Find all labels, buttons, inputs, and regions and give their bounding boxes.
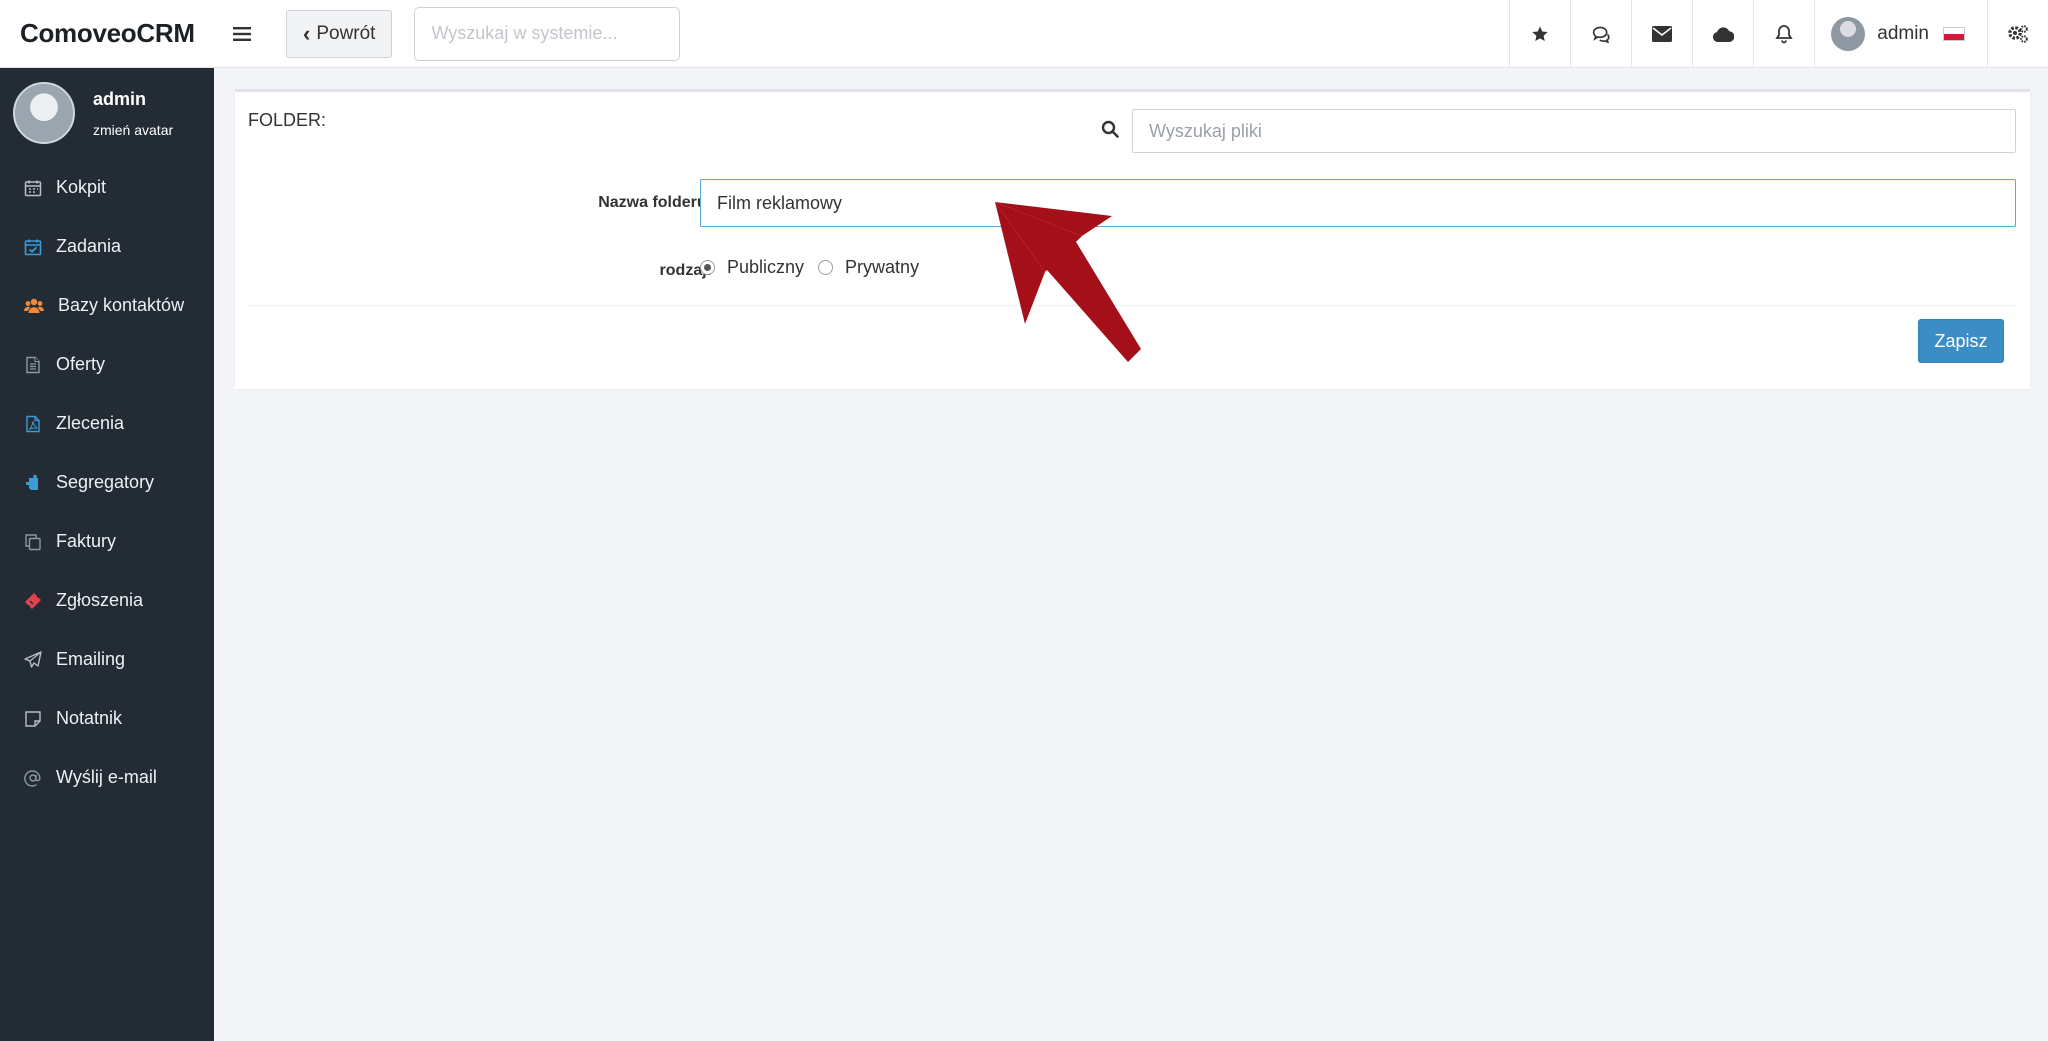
back-button-label: Powrót xyxy=(316,22,376,44)
favorites-button[interactable] xyxy=(1509,0,1570,68)
sidebar-item-bazy-kontaktow[interactable]: Bazy kontaktów xyxy=(0,276,214,335)
top-bar: ComoveoCRM ‹ Powrót admin xyxy=(0,0,2048,68)
folder-type-radio-group: Publiczny Prywatny xyxy=(700,257,933,278)
binder-icon xyxy=(26,474,38,490)
gears-icon xyxy=(2008,25,2028,43)
sidebar-item-notatnik[interactable]: Notatnik xyxy=(0,689,214,748)
sidebar-item-label: Zlecenia xyxy=(56,413,125,433)
public-radio-label[interactable]: Publiczny xyxy=(727,257,804,278)
public-radio[interactable] xyxy=(700,260,715,275)
polish-flag-icon[interactable] xyxy=(1943,27,1965,41)
sidebar-item-emailing[interactable]: Emailing xyxy=(0,630,214,689)
back-button[interactable]: ‹ Powrót xyxy=(286,9,393,58)
sidebar-item-kokpit[interactable]: Kokpit xyxy=(0,158,214,217)
sidebar-item-label: Emailing xyxy=(56,649,126,669)
sidebar-item-zlecenia[interactable]: Zlecenia xyxy=(0,394,214,453)
sidebar: admin zmień avatar Kokpit Zadania Bazy k… xyxy=(0,68,214,1041)
private-radio[interactable] xyxy=(818,260,834,275)
notifications-button[interactable] xyxy=(1753,0,1814,68)
sidebar-item-wyslij-e-mail[interactable]: Wyślij e-mail xyxy=(0,748,214,807)
user-menu[interactable]: admin xyxy=(1814,0,1987,68)
at-icon xyxy=(24,769,41,787)
sidebar-item-label: Zadania xyxy=(56,236,122,256)
sidebar-item-faktury[interactable]: Faktury xyxy=(0,512,214,571)
hamburger-icon xyxy=(233,26,251,41)
sticky-note-icon xyxy=(25,710,41,727)
search-icon xyxy=(1101,120,1119,138)
menu-toggle-button[interactable] xyxy=(214,0,270,68)
folder-form-panel: FOLDER: Nazwa folderu: rodzaj: Publiczny… xyxy=(235,89,2030,389)
cloud-icon xyxy=(1713,27,1735,42)
sidebar-item-label: Bazy kontaktów xyxy=(58,295,185,315)
change-avatar-link[interactable]: zmień avatar xyxy=(93,122,173,138)
sidebar-item-label: Wyślij e-mail xyxy=(56,767,157,787)
brand-logo[interactable]: ComoveoCRM xyxy=(0,0,214,68)
mail-button[interactable] xyxy=(1631,0,1692,68)
folder-name-label: Nazwa folderu: xyxy=(598,194,712,211)
sidebar-item-label: Zgłoszenia xyxy=(56,590,144,610)
sidebar-item-label: Faktury xyxy=(56,531,117,551)
users-icon xyxy=(24,298,44,313)
avatar[interactable] xyxy=(13,82,75,144)
folder-name-field[interactable] xyxy=(700,179,2016,227)
profile-name: admin xyxy=(93,88,147,109)
calendar-icon xyxy=(24,180,42,196)
calendar-check-icon xyxy=(24,239,42,255)
sidebar-item-label: Oferty xyxy=(56,354,106,374)
cloud-button[interactable] xyxy=(1692,0,1753,68)
sidebar-item-zadania[interactable]: Zadania xyxy=(0,217,214,276)
copy-icon xyxy=(25,533,41,550)
global-search-input[interactable] xyxy=(414,6,681,61)
avatar xyxy=(1831,17,1866,51)
paper-plane-icon xyxy=(24,650,42,668)
sidebar-item-zgloszenia[interactable]: Zgłoszenia xyxy=(0,571,214,630)
sidebar-item-oferty[interactable]: Oferty xyxy=(0,335,214,394)
sidebar-item-segregatory[interactable]: Segregatory xyxy=(0,453,214,512)
private-radio-label[interactable]: Prywatny xyxy=(845,257,919,278)
save-button[interactable]: Zapisz xyxy=(1918,319,2004,363)
chevron-left-icon: ‹ xyxy=(303,20,311,46)
form-divider xyxy=(248,305,2017,306)
sidebar-item-label: Kokpit xyxy=(56,177,107,197)
user-name: admin xyxy=(1877,23,1929,44)
sidebar-item-label: Notatnik xyxy=(56,708,123,728)
star-icon xyxy=(1532,26,1548,42)
ticket-icon xyxy=(25,592,41,609)
envelope-icon xyxy=(1652,26,1673,42)
top-right-toolbar: admin xyxy=(1509,0,2048,68)
sidebar-profile: admin zmień avatar xyxy=(0,68,214,158)
chat-button[interactable] xyxy=(1570,0,1631,68)
file-text-icon xyxy=(26,356,40,373)
settings-button[interactable] xyxy=(1987,0,2048,68)
file-search-input[interactable] xyxy=(1132,109,2016,153)
comments-icon xyxy=(1593,26,1610,43)
bell-icon xyxy=(1775,25,1793,44)
sidebar-item-label: Segregatory xyxy=(56,472,155,492)
folder-path-label: FOLDER: xyxy=(248,110,327,130)
file-pdf-icon xyxy=(26,415,40,432)
